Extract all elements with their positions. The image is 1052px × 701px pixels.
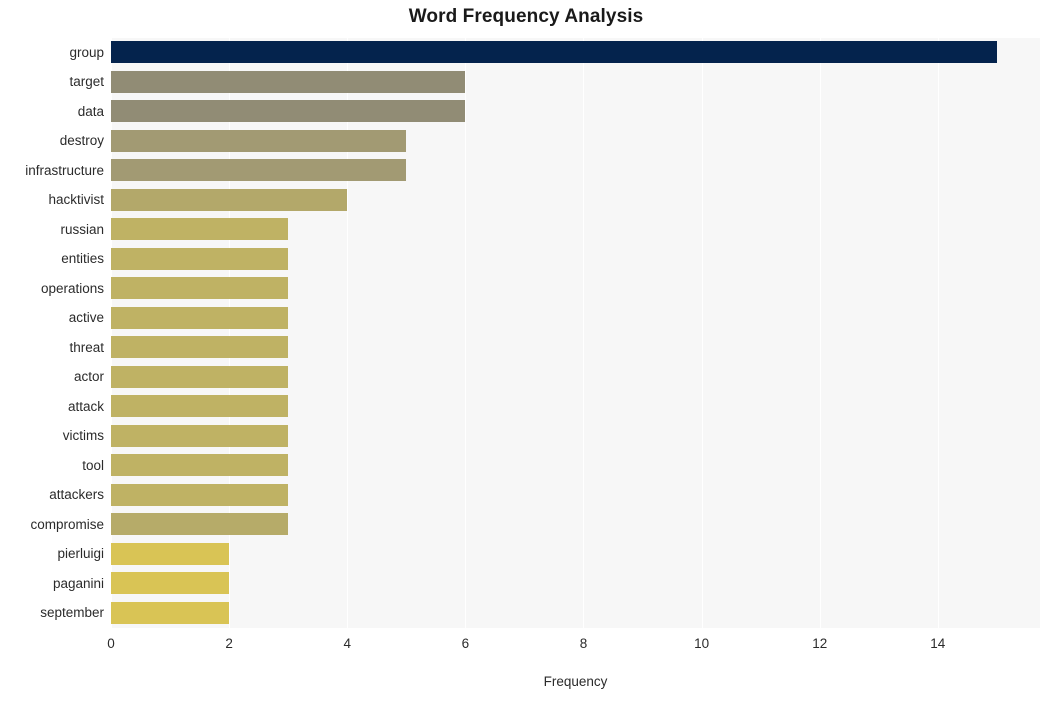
- y-tick-label-september: september: [0, 606, 104, 620]
- bar-row: [111, 97, 1040, 127]
- y-tick-label-entities: entities: [0, 252, 104, 266]
- bar-row: [111, 156, 1040, 186]
- bar-pierluigi[interactable]: [111, 543, 229, 565]
- x-axis-title: Frequency: [111, 674, 1040, 689]
- y-tick-label-threat: threat: [0, 341, 104, 355]
- bars-layer: [111, 38, 1040, 628]
- bar-row: [111, 68, 1040, 98]
- bar-compromise[interactable]: [111, 513, 288, 535]
- bar-hacktivist[interactable]: [111, 189, 347, 211]
- x-tick-label-14: 14: [930, 636, 945, 651]
- bar-destroy[interactable]: [111, 130, 406, 152]
- y-tick-label-operations: operations: [0, 282, 104, 296]
- x-tick-label-6: 6: [462, 636, 470, 651]
- y-tick-label-target: target: [0, 75, 104, 89]
- bar-victims[interactable]: [111, 425, 288, 447]
- bar-row: [111, 392, 1040, 422]
- bar-threat[interactable]: [111, 336, 288, 358]
- x-tick-label-8: 8: [580, 636, 588, 651]
- bar-row: [111, 274, 1040, 304]
- bar-row: [111, 451, 1040, 481]
- y-tick-label-attack: attack: [0, 400, 104, 414]
- bar-russian[interactable]: [111, 218, 288, 240]
- word-frequency-chart: Word Frequency Analysis group target data d…: [0, 0, 1052, 701]
- y-tick-label-active: active: [0, 311, 104, 325]
- bar-row: [111, 245, 1040, 275]
- bar-row: [111, 38, 1040, 68]
- y-tick-label-victims: victims: [0, 429, 104, 443]
- y-tick-label-paganini: paganini: [0, 577, 104, 591]
- bar-row: [111, 333, 1040, 363]
- y-tick-label-actor: actor: [0, 370, 104, 384]
- bar-row: [111, 510, 1040, 540]
- bar-row: [111, 304, 1040, 334]
- bar-row: [111, 363, 1040, 393]
- bar-row: [111, 422, 1040, 452]
- y-tick-label-attackers: attackers: [0, 488, 104, 502]
- y-axis-labels: group target data destroy infrastructure hack…: [0, 38, 104, 628]
- bar-row: [111, 540, 1040, 570]
- bar-row: [111, 481, 1040, 511]
- chart-title: Word Frequency Analysis: [0, 6, 1052, 28]
- bar-attackers[interactable]: [111, 484, 288, 506]
- bar-attack[interactable]: [111, 395, 288, 417]
- y-tick-label-data: data: [0, 105, 104, 119]
- bar-paganini[interactable]: [111, 572, 229, 594]
- y-tick-label-infrastructure: infrastructure: [0, 164, 104, 178]
- bar-operations[interactable]: [111, 277, 288, 299]
- bar-september[interactable]: [111, 602, 229, 624]
- y-tick-label-group: group: [0, 46, 104, 60]
- bar-infrastructure[interactable]: [111, 159, 406, 181]
- y-tick-label-tool: tool: [0, 459, 104, 473]
- bar-data[interactable]: [111, 100, 465, 122]
- y-tick-label-destroy: destroy: [0, 134, 104, 148]
- bar-row: [111, 215, 1040, 245]
- y-tick-label-compromise: compromise: [0, 518, 104, 532]
- x-tick-label-10: 10: [694, 636, 709, 651]
- x-tick-label-12: 12: [812, 636, 827, 651]
- plot-area: [111, 38, 1040, 628]
- bar-group[interactable]: [111, 41, 997, 63]
- bar-row: [111, 569, 1040, 599]
- y-tick-label-hacktivist: hacktivist: [0, 193, 104, 207]
- x-tick-label-2: 2: [225, 636, 233, 651]
- bar-row: [111, 127, 1040, 157]
- y-tick-label-russian: russian: [0, 223, 104, 237]
- bar-row: [111, 186, 1040, 216]
- bar-actor[interactable]: [111, 366, 288, 388]
- bar-target[interactable]: [111, 71, 465, 93]
- bar-tool[interactable]: [111, 454, 288, 476]
- x-tick-label-0: 0: [107, 636, 115, 651]
- x-tick-label-4: 4: [343, 636, 351, 651]
- bar-row: [111, 599, 1040, 629]
- y-tick-label-pierluigi: pierluigi: [0, 547, 104, 561]
- bar-entities[interactable]: [111, 248, 288, 270]
- x-axis-ticks: 02468101214: [111, 628, 1040, 658]
- bar-active[interactable]: [111, 307, 288, 329]
